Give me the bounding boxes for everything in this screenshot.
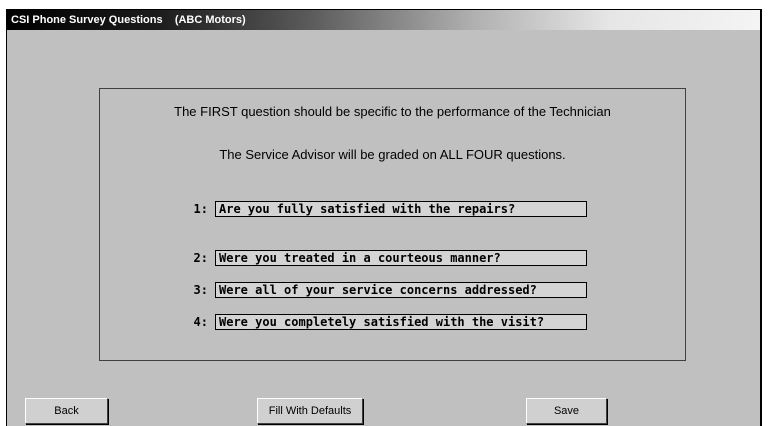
save-button[interactable]: Save [526,398,607,424]
question-number-2: 2: [193,251,208,265]
window-title: CSI Phone Survey Questions (ABC Motors) [7,10,760,30]
question-number-1: 1: [193,202,208,216]
question-1-input[interactable]: Are you fully satisfied with the repairs… [215,201,587,217]
instruction-service-advisor: The Service Advisor will be graded on AL… [219,147,566,162]
fill-with-defaults-button[interactable]: Fill With Defaults [257,398,363,424]
question-2-input[interactable]: Were you treated in a courteous manner? [215,250,587,266]
instruction-technician: The FIRST question should be specific to… [174,104,611,119]
question-4-input[interactable]: Were you completely satisfied with the v… [215,314,587,330]
question-3-input[interactable]: Were all of your service concerns addres… [215,282,587,298]
csi-survey-window: CSI Phone Survey Questions (ABC Motors) … [6,9,762,426]
question-number-4: 4: [193,315,208,329]
questions-panel: The FIRST question should be specific to… [99,88,686,361]
question-number-3: 3: [193,283,208,297]
back-button[interactable]: Back [25,398,108,424]
